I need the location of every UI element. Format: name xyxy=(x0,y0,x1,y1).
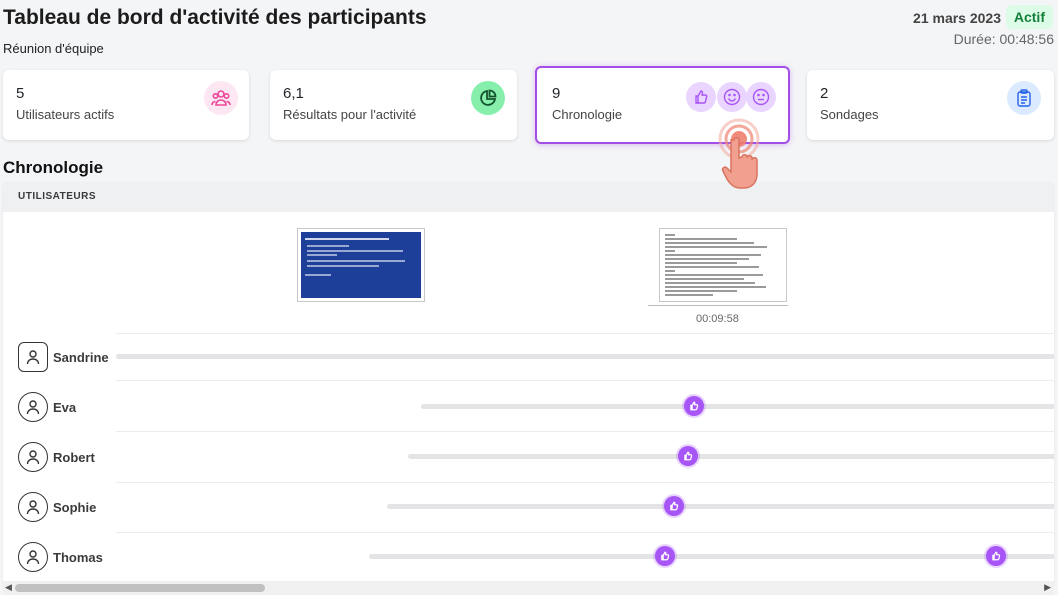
stat-label: Utilisateurs actifs xyxy=(16,107,115,122)
meeting-duration: Durée: 00:48:56 xyxy=(953,31,1054,47)
scroll-left-icon[interactable]: ◀ xyxy=(5,582,12,593)
status-badge: Actif xyxy=(1005,5,1053,29)
stat-card-polls[interactable]: 2 Sondages xyxy=(807,70,1054,140)
pie-chart-icon xyxy=(471,81,505,115)
stat-card-activity-results[interactable]: 6,1 Résultats pour l'activité xyxy=(270,70,517,140)
user-name: Thomas xyxy=(53,550,103,565)
row-divider xyxy=(116,532,1054,533)
stat-label: Chronologie xyxy=(552,107,623,122)
meeting-name: Réunion d'équipe xyxy=(3,41,104,56)
activity-track xyxy=(421,404,1054,409)
scrollbar-thumb[interactable] xyxy=(15,584,265,592)
thumbs-up-icon xyxy=(686,82,716,112)
user-row-eva[interactable]: Eva xyxy=(3,392,1054,422)
hand-cursor-icon xyxy=(716,118,772,206)
clipboard-icon xyxy=(1007,81,1041,115)
activity-track xyxy=(116,354,1054,359)
avatar-icon xyxy=(18,542,48,572)
reaction-marker-thumbs-up-icon[interactable] xyxy=(664,496,684,516)
activity-track xyxy=(369,554,1054,559)
users-icon xyxy=(204,81,238,115)
stat-value: 9 xyxy=(552,85,561,102)
avatar-icon xyxy=(18,392,48,422)
user-name: Eva xyxy=(53,400,77,415)
row-divider xyxy=(116,431,1054,432)
document-thumbnail[interactable] xyxy=(659,228,787,302)
stat-value: 5 xyxy=(16,85,25,102)
thumbnail-divider xyxy=(648,305,788,306)
timeline-panel: UTILISATEURS 00:09:58 Sandrine Eva Rober… xyxy=(3,182,1054,587)
section-title: Chronologie xyxy=(3,158,104,177)
avatar-icon xyxy=(18,342,48,372)
row-divider xyxy=(116,380,1054,381)
user-row-sophie[interactable]: Sophie xyxy=(3,492,1054,522)
reaction-marker-thumbs-up-icon[interactable] xyxy=(678,446,698,466)
slide-thumbnail[interactable] xyxy=(297,228,425,302)
meeting-date: 21 mars 2023 xyxy=(913,10,1001,26)
stat-label: Résultats pour l'activité xyxy=(283,107,417,122)
user-row-robert[interactable]: Robert xyxy=(3,442,1054,472)
slide-timestamp: 00:09:58 xyxy=(696,313,739,325)
user-name: Sandrine xyxy=(53,350,109,365)
user-row-thomas[interactable]: Thomas xyxy=(3,542,1054,572)
row-divider xyxy=(116,333,1054,334)
stat-card-active-users[interactable]: 5 Utilisateurs actifs xyxy=(3,70,249,140)
row-divider xyxy=(116,482,1054,483)
user-row-sandrine[interactable]: Sandrine xyxy=(3,342,1054,372)
smile-icon xyxy=(717,82,747,112)
neutral-face-icon xyxy=(746,82,776,112)
avatar-icon xyxy=(18,442,48,472)
reaction-marker-thumbs-up-icon[interactable] xyxy=(986,546,1006,566)
stat-value: 6,1 xyxy=(283,85,304,102)
user-name: Robert xyxy=(53,450,95,465)
page-title: Tableau de bord d'activité des participa… xyxy=(3,6,427,29)
horizontal-scrollbar[interactable]: ◀ ▶ xyxy=(3,581,1054,595)
reaction-marker-thumbs-up-icon[interactable] xyxy=(684,396,704,416)
activity-track xyxy=(387,504,1054,509)
scroll-right-icon[interactable]: ▶ xyxy=(1044,582,1051,593)
avatar-icon xyxy=(18,492,48,522)
users-column-header: UTILISATEURS xyxy=(3,182,1054,212)
activity-track xyxy=(408,454,1054,459)
user-name: Sophie xyxy=(53,500,97,515)
stat-label: Sondages xyxy=(820,107,879,122)
stat-value: 2 xyxy=(820,85,829,102)
reaction-marker-thumbs-up-icon[interactable] xyxy=(655,546,675,566)
